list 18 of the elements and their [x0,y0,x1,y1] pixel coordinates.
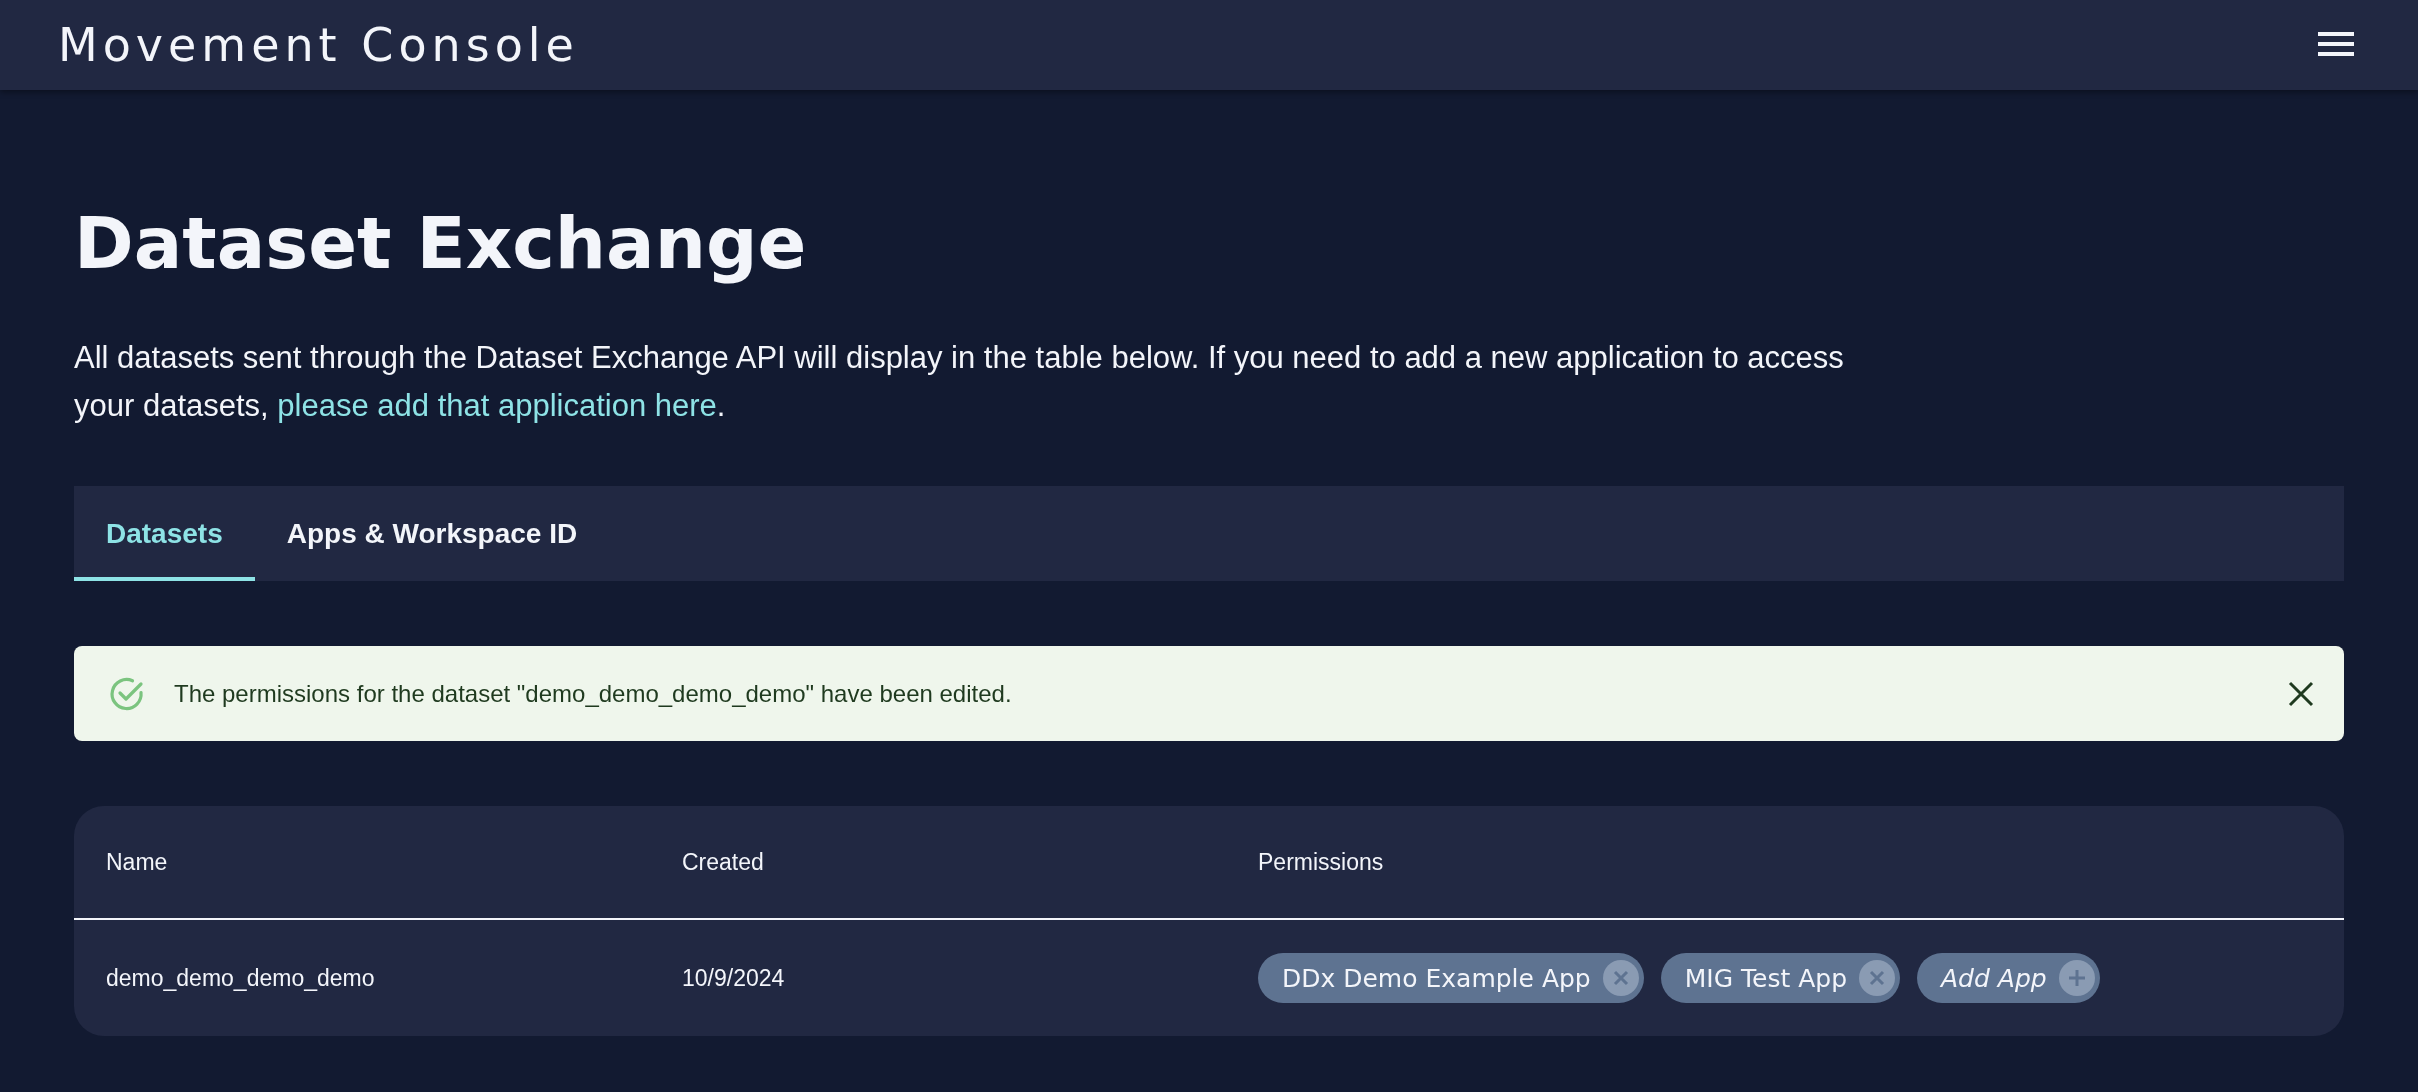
add-app-button[interactable]: Add App [1917,953,2100,1004]
plus-icon [2058,960,2095,997]
add-application-link[interactable]: please add that application here [277,388,717,424]
close-icon[interactable] [2288,680,2314,707]
intro-text: All datasets sent through the Dataset Exchange API will display in the table below. If you need to add a new application to access your datasets, please add that application here. [74,339,1845,426]
chip-label: DDx Demo Example App [1282,963,1591,993]
column-header: Name [106,848,169,876]
chip-label: MIG Test App [1684,963,1847,993]
alert-message: The permissions for the dataset "demo_demo_demo_demo" have been edited. [174,679,1013,708]
menu-icon[interactable] [2318,32,2354,58]
app-title: Movement Console [58,18,579,72]
page-title: Dataset Exchange [74,200,808,287]
table-cell-text: demo_demo_demo_demo [106,964,376,992]
tab[interactable]: Datasets [74,486,255,582]
column-header: Permissions [1258,848,1385,876]
table-cell-text: 10/9/2024 [682,964,786,992]
column-header: Created [682,848,765,876]
tab[interactable]: Apps & Workspace ID [254,486,610,582]
